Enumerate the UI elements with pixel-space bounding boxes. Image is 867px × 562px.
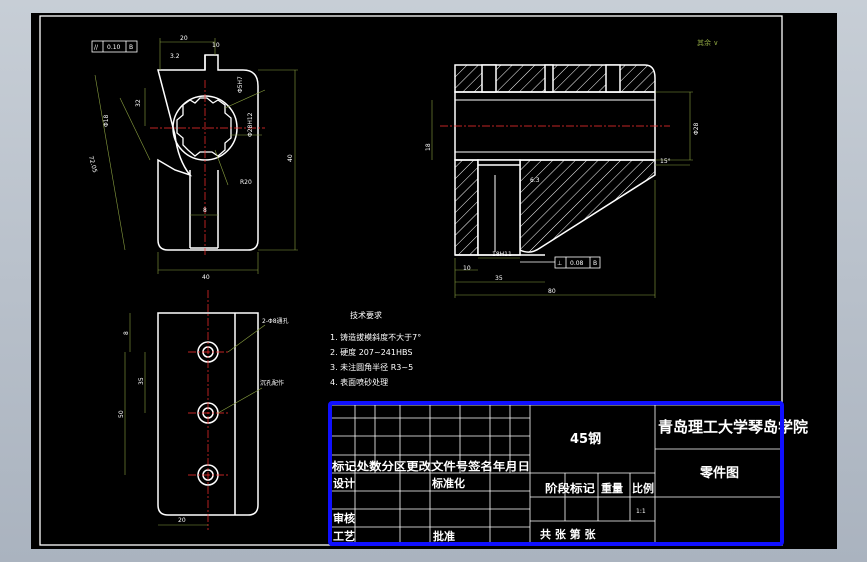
dim-right-dia: Φ28 bbox=[693, 122, 700, 135]
roughness-63: 6.3 bbox=[530, 177, 540, 184]
tech-item-4: 4. 表面喷砂处理 bbox=[330, 377, 388, 387]
tol-right-value: 0.08 bbox=[570, 260, 584, 267]
title-review: 审核 bbox=[333, 511, 355, 525]
title-stage-mark: 阶段标记 bbox=[545, 481, 595, 495]
dim-hole-top: Φ5H7 bbox=[237, 76, 244, 93]
dim-right-bottom-a: 10 bbox=[463, 265, 471, 272]
tol-right-datum: B bbox=[593, 260, 597, 267]
callout-counterbore: 沉孔配作 bbox=[260, 379, 284, 387]
title-sheets: 共 张 第 张 bbox=[540, 527, 596, 541]
title-standardize: 标准化 bbox=[431, 476, 465, 490]
dim-bottom-h-top: 8 bbox=[123, 331, 130, 335]
callout-two-holes: 2-Φ8通孔 bbox=[262, 317, 289, 325]
dim-side-40: 40 bbox=[287, 154, 294, 162]
title-process: 工艺 bbox=[333, 529, 355, 543]
title-design: 设计 bbox=[333, 476, 355, 490]
tech-item-1: 1. 铸造拔模斜度不大于7° bbox=[330, 332, 421, 342]
dim-top-width: 20 bbox=[180, 35, 188, 42]
title-school: 青岛理工大学琴岛学院 bbox=[658, 418, 808, 436]
roughness-symbol-label: 其余 ∨ bbox=[697, 38, 718, 47]
dim-bottom-h-total: 50 bbox=[118, 410, 125, 418]
dim-front-width: 40 bbox=[202, 274, 210, 281]
dim-angle: 15° bbox=[660, 158, 671, 165]
dim-bottom-width: 20 bbox=[178, 517, 186, 524]
tol-top-value: 0.10 bbox=[107, 44, 121, 51]
tol-right-symbol: ⊥ bbox=[557, 260, 562, 267]
roughness-symbol-general: 其余 ∨ bbox=[697, 38, 718, 47]
dim-hole-main: Φ28H12 bbox=[247, 112, 254, 137]
title-scale-label: 比例 bbox=[632, 481, 654, 495]
dim-base-gap: 8 bbox=[203, 207, 207, 214]
title-revision-header: 标记处数分区更改文件号签名年月日 bbox=[331, 459, 530, 473]
dim-right-bottom-fit: 18H11 bbox=[492, 251, 512, 258]
dim-bottom-h-mid: 35 bbox=[138, 377, 145, 385]
tech-title: 技术要求 bbox=[350, 310, 382, 320]
title-weight: 重量 bbox=[601, 481, 623, 495]
tech-item-3: 3. 未注圆角半径 R3~5 bbox=[330, 362, 413, 372]
tol-top-datum: B bbox=[129, 44, 133, 51]
title-approve: 批准 bbox=[433, 529, 455, 543]
roughness-32: 3.2 bbox=[170, 53, 180, 60]
title-scale-value: 1:1 bbox=[636, 508, 646, 515]
dim-right-left: 18 bbox=[425, 143, 432, 151]
dim-right-total: 80 bbox=[548, 288, 556, 295]
dim-radius: R20 bbox=[240, 179, 252, 186]
tech-item-2: 2. 硬度 207~241HBS bbox=[330, 347, 412, 357]
dim-right-bottom-b: 35 bbox=[495, 275, 503, 282]
cad-drawing-canvas[interactable]: 其余 ∨ 20 10 40 72.05 32 Φ18 Φ5H7 Φ28H12 R… bbox=[0, 0, 867, 562]
dim-bore-sym: Φ18 bbox=[103, 114, 110, 127]
title-drawing-name: 零件图 bbox=[699, 465, 739, 481]
title-material: 45钢 bbox=[570, 431, 601, 447]
dim-top-slot: 10 bbox=[212, 42, 220, 49]
dim-left-small: 32 bbox=[135, 99, 142, 107]
